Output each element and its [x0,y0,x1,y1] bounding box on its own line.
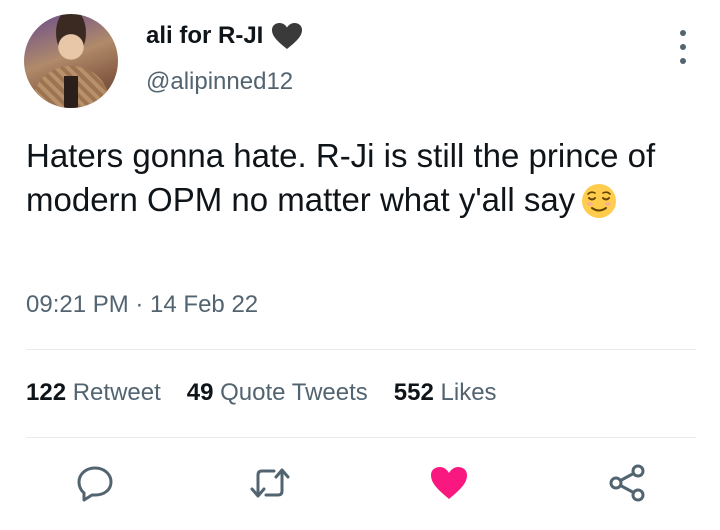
reply-button[interactable] [70,458,120,508]
divider [26,437,696,438]
more-dot [680,44,686,50]
more-options-icon[interactable] [678,30,688,64]
likes-stat[interactable]: 552 Likes [394,379,497,407]
retweets-label: Retweet [72,379,161,406]
share-button[interactable] [602,458,652,508]
relieved-face-emoji [582,184,617,218]
more-dot [680,58,686,64]
likes-label: Likes [440,379,497,406]
tweet-timestamp[interactable]: 09:21 PM · 14 Feb 22 [26,291,258,319]
like-button[interactable] [424,458,474,508]
likes-count: 552 [393,379,434,406]
reply-icon [77,466,113,502]
tweet-body: Haters gonna hate. R-Ji is still the pri… [26,137,656,218]
avatar[interactable] [24,14,118,108]
avatar-shirt [64,76,78,108]
retweets-stat[interactable]: 122 Retweet [26,379,161,407]
engagement-stats: 122 Retweet 49 Quote Tweets 552 Likes [26,379,523,407]
author-handle[interactable]: @alipinned12 [146,68,293,96]
more-dot [680,30,686,36]
retweets-count: 122 [26,379,67,406]
tweet-text: Haters gonna hate. R-Ji is still the pri… [26,134,696,222]
divider [26,349,696,350]
retweet-icon [250,468,290,498]
quote-tweets-stat[interactable]: 49 Quote Tweets [187,379,368,407]
quote-tweets-label: Quote Tweets [220,379,368,406]
action-bar [0,458,720,508]
share-icon [609,464,645,502]
retweet-button[interactable] [245,458,295,508]
author-name-row[interactable]: ali for R-JI [146,22,303,50]
heart-icon [431,467,467,499]
black-heart-icon [272,23,303,49]
author-display-name[interactable]: ali for R-JI [146,22,263,50]
quote-tweets-count: 49 [186,379,214,406]
